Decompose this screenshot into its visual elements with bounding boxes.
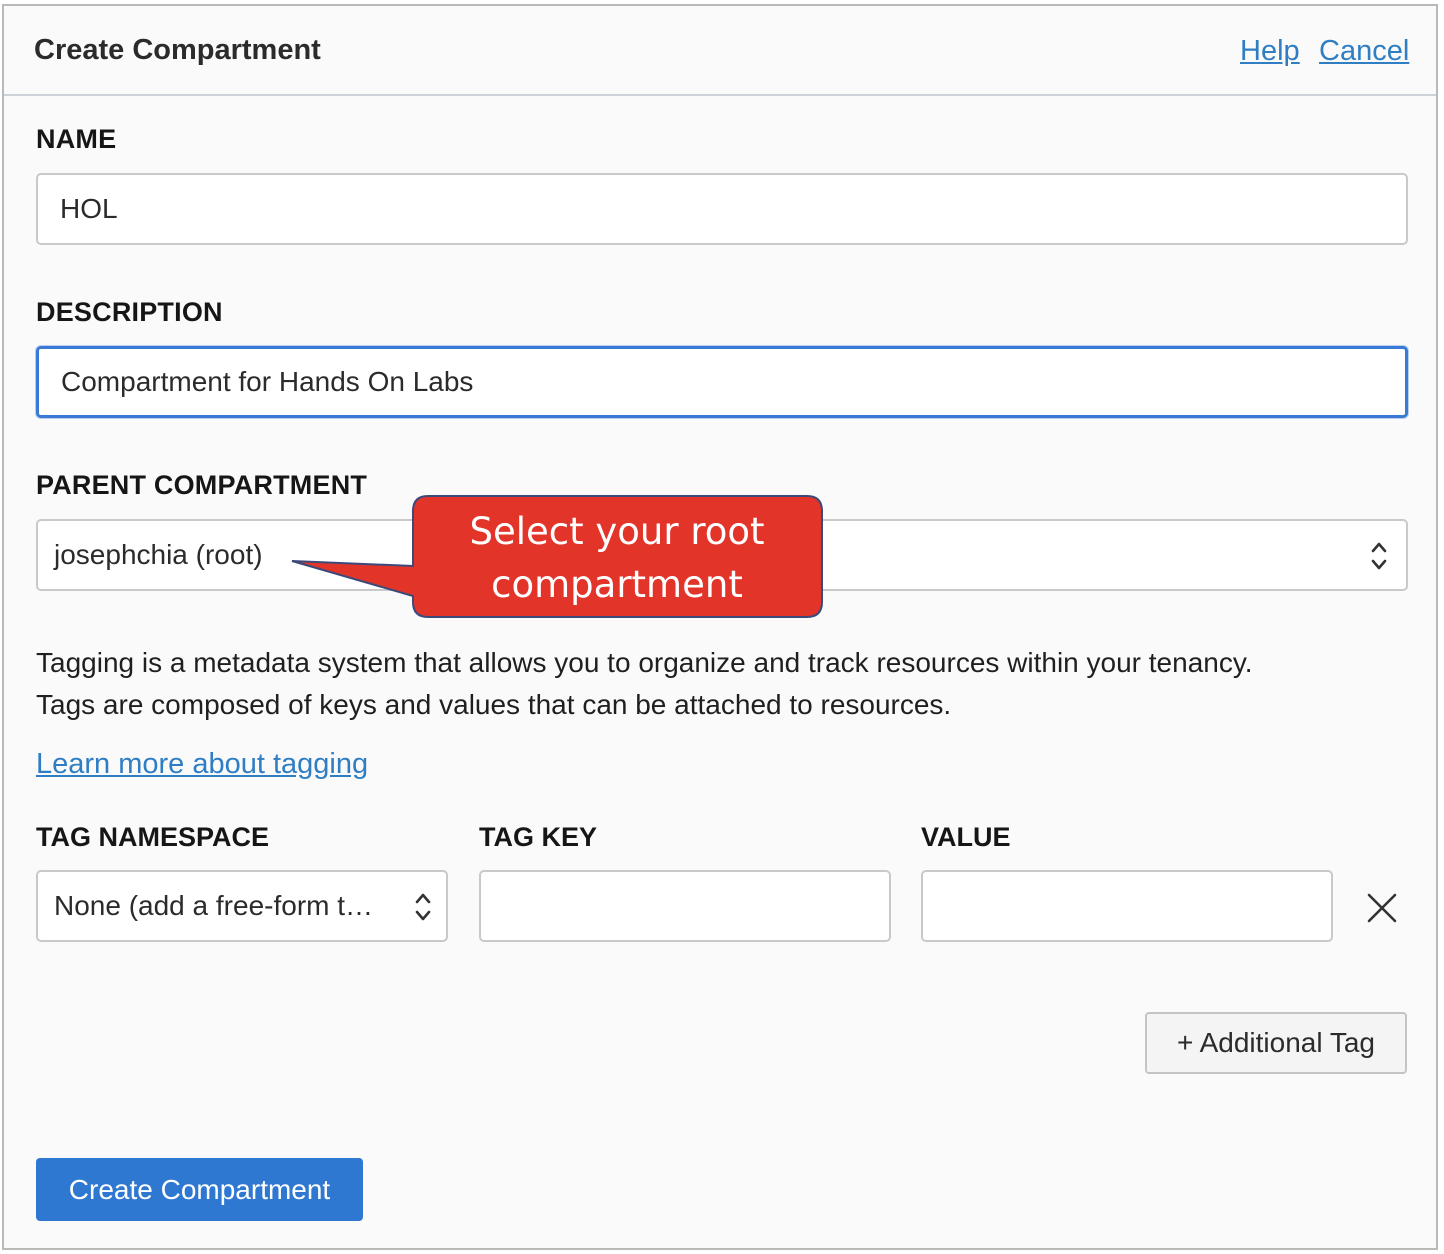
- description-input[interactable]: Compartment for Hands On Labs: [36, 346, 1408, 418]
- tagging-text-line-2: Tags are composed of keys and values tha…: [36, 689, 952, 720]
- dialog-header: Create Compartment Help Cancel: [4, 6, 1436, 96]
- create-compartment-button[interactable]: Create Compartment: [36, 1158, 363, 1221]
- name-input-value: HOL: [60, 193, 118, 224]
- learn-more-tagging-link[interactable]: Learn more about tagging: [36, 748, 368, 781]
- tag-value-label: VALUE: [921, 822, 1011, 852]
- parent-compartment-value: josephchia (root): [54, 539, 263, 570]
- tag-value-input[interactable]: [921, 870, 1333, 942]
- tagging-description: Tagging is a metadata system that allows…: [36, 642, 1416, 726]
- tag-key-label: TAG KEY: [479, 822, 598, 852]
- tagging-text-line-1: Tagging is a metadata system that allows…: [36, 647, 1253, 678]
- tag-key-input[interactable]: [479, 870, 891, 942]
- description-input-value: Compartment for Hands On Labs: [61, 366, 474, 397]
- tag-namespace-value: None (add a free-form t…: [54, 890, 374, 921]
- close-icon[interactable]: [1366, 892, 1398, 924]
- create-compartment-dialog: Create Compartment Help Cancel NAME HOL …: [2, 4, 1438, 1250]
- tag-namespace-label: TAG NAMESPACE: [36, 822, 270, 852]
- chevron-up-down-icon: [415, 893, 431, 921]
- cancel-link[interactable]: Cancel: [1319, 35, 1409, 68]
- additional-tag-button[interactable]: + Additional Tag: [1145, 1012, 1407, 1074]
- name-input[interactable]: HOL: [36, 173, 1408, 245]
- name-label: NAME: [36, 124, 117, 154]
- description-label: DESCRIPTION: [36, 297, 223, 327]
- help-link[interactable]: Help: [1240, 35, 1300, 68]
- chevron-up-down-icon: [1371, 542, 1387, 570]
- parent-compartment-select[interactable]: josephchia (root): [36, 519, 1408, 591]
- dialog-title: Create Compartment: [34, 34, 321, 66]
- tag-namespace-select[interactable]: None (add a free-form t…: [36, 870, 448, 942]
- parent-compartment-label: PARENT COMPARTMENT: [36, 470, 368, 500]
